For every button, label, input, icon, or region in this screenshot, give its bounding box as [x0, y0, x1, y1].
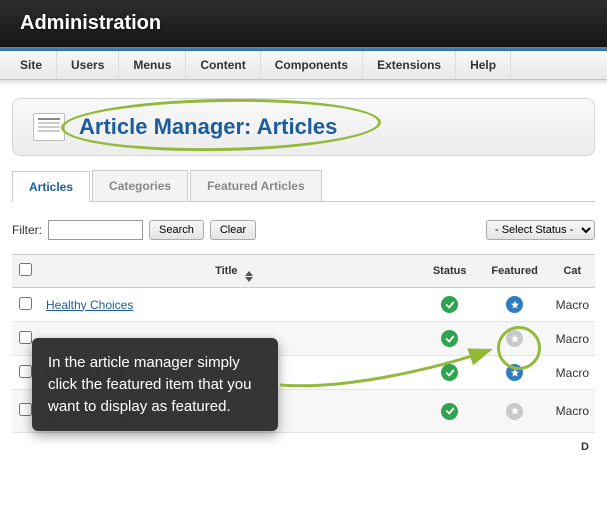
articles-icon [33, 113, 65, 141]
filter-input[interactable] [48, 220, 143, 240]
menu-help[interactable]: Help [456, 51, 511, 79]
row-category: Macro [550, 322, 595, 356]
status-published-icon[interactable] [441, 364, 458, 381]
table-row: Healthy Choices Macro [12, 288, 595, 322]
filter-bar: Filter: Search Clear - Select Status - [12, 220, 595, 240]
main-menu: Site Users Menus Content Components Exte… [0, 51, 607, 80]
status-select[interactable]: - Select Status - [486, 220, 595, 240]
table-header-row: Title Status Featured Cat [12, 255, 595, 288]
admin-header: Administration [0, 0, 607, 47]
admin-title: Administration [20, 12, 161, 34]
annotation-tooltip: In the article manager simply click the … [32, 338, 278, 431]
filter-right: - Select Status - [486, 220, 595, 240]
page-title: Article Manager: Articles [79, 114, 337, 140]
row-checkbox[interactable] [19, 331, 32, 344]
row-category: Macro [550, 356, 595, 390]
row-category: Macro [550, 390, 595, 433]
page-title-bar: Article Manager: Articles [12, 98, 595, 156]
featured-toggle-icon[interactable] [506, 364, 523, 381]
row-checkbox[interactable] [19, 403, 32, 416]
col-title[interactable]: Title [40, 255, 420, 288]
menu-components[interactable]: Components [261, 51, 363, 79]
col-status[interactable]: Status [420, 255, 480, 288]
col-featured[interactable]: Featured [480, 255, 550, 288]
filter-label: Filter: [12, 223, 42, 237]
status-published-icon[interactable] [441, 330, 458, 347]
shadow-divider [0, 80, 607, 86]
footer-letter: D [0, 433, 607, 453]
featured-toggle-icon[interactable] [506, 296, 523, 313]
menu-content[interactable]: Content [186, 51, 260, 79]
menu-menus[interactable]: Menus [119, 51, 186, 79]
tab-articles[interactable]: Articles [12, 171, 90, 202]
featured-toggle-icon[interactable] [506, 403, 523, 420]
select-all-checkbox[interactable] [19, 263, 32, 276]
search-button[interactable]: Search [149, 220, 204, 240]
row-checkbox[interactable] [19, 297, 32, 310]
status-published-icon[interactable] [441, 296, 458, 313]
row-checkbox[interactable] [19, 365, 32, 378]
row-category: Macro [550, 288, 595, 322]
clear-button[interactable]: Clear [210, 220, 256, 240]
menu-extensions[interactable]: Extensions [363, 51, 456, 79]
row-title-link[interactable]: Healthy Choices [46, 298, 133, 312]
status-published-icon[interactable] [441, 403, 458, 420]
sub-tabs: Articles Categories Featured Articles [12, 170, 595, 202]
menu-site[interactable]: Site [6, 51, 57, 79]
tab-categories[interactable]: Categories [92, 170, 188, 201]
menu-users[interactable]: Users [57, 51, 119, 79]
featured-toggle-icon[interactable] [506, 330, 523, 347]
tab-featured[interactable]: Featured Articles [190, 170, 322, 201]
col-category[interactable]: Cat [550, 255, 595, 288]
